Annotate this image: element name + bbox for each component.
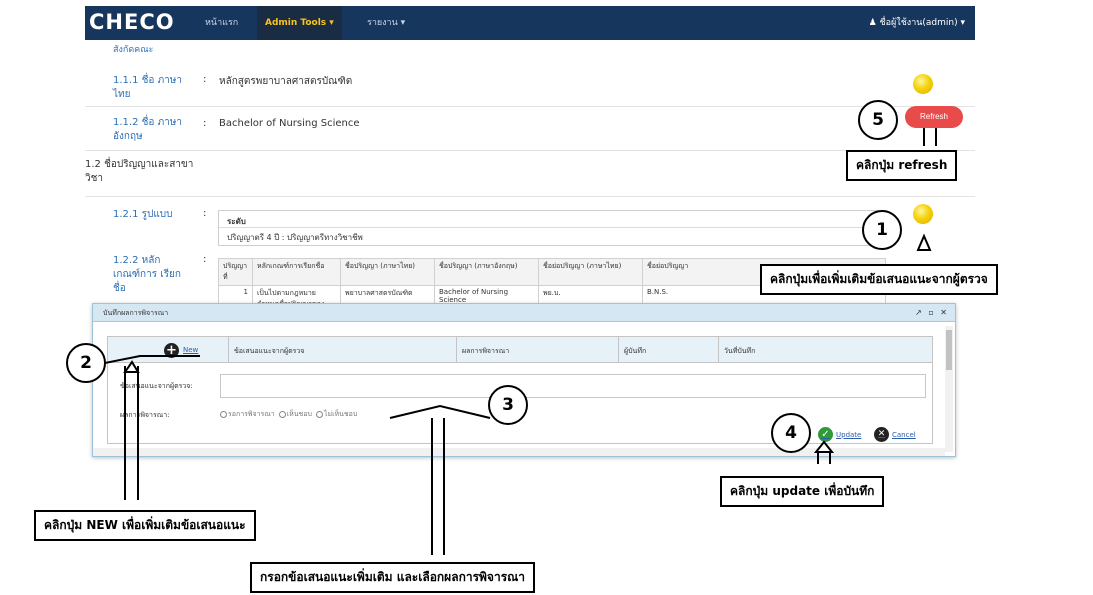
new-button-note: คลิกปุ่ม NEW เพื่อเพิ่มเติมข้อเสนอแนะ — [34, 510, 256, 541]
screenshot-stage: CHECO หน้าแรก Admin Tools ▾ รายงาน ▾ ♟ ช… — [0, 0, 1093, 595]
fill-suggestion-note: กรอกข้อเสนอแนะเพิ่มเติม และเลือกผลการพิจ… — [250, 562, 536, 593]
step-4-marker: 4 — [771, 413, 811, 453]
step-3-marker: 3 — [488, 385, 528, 425]
update-note: คลิกปุ่ม update เพื่อบันทึก — [720, 476, 885, 507]
add-from-examiner-note: คลิกปุ่มเพื่อเพิ่มเติมข้อเสนอแนะจากผู้ตร… — [760, 264, 998, 295]
step-5-marker: 5 — [858, 100, 898, 140]
refresh-note: คลิกปุ่ม refresh — [846, 150, 958, 181]
annotation-arrows — [89, 128, 937, 555]
step-1-marker: 1 — [862, 210, 902, 250]
step-2-marker: 2 — [66, 343, 106, 383]
